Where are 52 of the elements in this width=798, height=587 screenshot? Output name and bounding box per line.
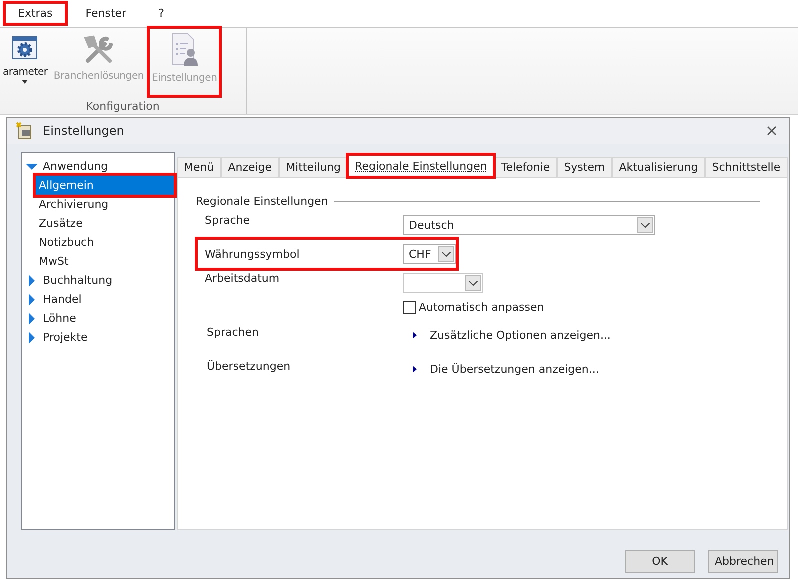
checkbox-label[interactable]: Automatisch anpassen [403, 300, 544, 314]
tools-icon [82, 35, 115, 65]
triangle-icon [413, 332, 417, 338]
tab[interactable]: Telefonie [494, 157, 558, 177]
triangle-icon [413, 366, 417, 372]
section-title: Regionale Einstellungen [196, 195, 328, 208]
tab[interactable]: Anzeige [221, 157, 280, 177]
tab[interactable]: System [557, 157, 612, 177]
tree-item[interactable]: Handel [22, 290, 174, 309]
collapsed-icon [26, 294, 38, 306]
tree-item[interactable]: Buchhaltung [22, 271, 174, 290]
group-label: Konfiguration [86, 100, 160, 113]
field-label: Sprachen [207, 325, 260, 339]
checkbox[interactable] [403, 300, 416, 314]
tree-item[interactable]: Löhne [22, 309, 174, 328]
dropdown-field[interactable]: CHF [403, 244, 456, 264]
chevron-icon [640, 222, 650, 228]
tab[interactable]: Menü [177, 157, 222, 177]
field-label: Übersetzungen [207, 359, 292, 373]
menu-item[interactable]: Fenster [72, 2, 141, 25]
expand-link[interactable]: Zusätzliche Optionen anzeigen... [413, 328, 611, 342]
tree-item[interactable]: Anwendung [22, 157, 174, 176]
dialog-button[interactable]: Abbrechen [708, 550, 778, 573]
chevron-icon [468, 280, 478, 286]
collapsed-icon [26, 312, 38, 324]
ribbon-button[interactable]: arameter [0, 28, 51, 96]
menu-item[interactable]: Extras [3, 1, 68, 26]
chevron-icon [442, 252, 450, 256]
tree-item[interactable]: Notizbuch [36, 233, 174, 252]
dialog-button[interactable]: OK [625, 550, 695, 573]
document-person-icon [170, 33, 200, 67]
dropdown-field[interactable]: Deutsch [403, 215, 655, 235]
tree-item[interactable]: Allgemein [36, 176, 174, 195]
gear-icon [12, 35, 38, 61]
tab[interactable]: Mitteilung [279, 157, 348, 177]
tab[interactable]: Schnittstelle [705, 157, 788, 177]
document-icon [15, 122, 33, 140]
field-label: Währungssymbol [205, 248, 301, 260]
tree-item[interactable]: MwSt [36, 252, 174, 271]
expand-link[interactable]: Die Übersetzungen anzeigen... [413, 362, 600, 376]
tab[interactable]: Aktualisierung [612, 157, 706, 177]
field-label: Arbeitsdatum [205, 271, 281, 285]
dialog-title: Einstellungen [43, 124, 126, 138]
field-label: Sprache [205, 213, 252, 227]
tree-item[interactable]: Archivierung [36, 195, 174, 214]
collapsed-icon [26, 332, 38, 344]
collapsed-icon [26, 274, 38, 286]
tree-item[interactable]: Zusätze [36, 214, 174, 233]
close-icon [767, 126, 777, 136]
tab[interactable]: Regionale Einstellungen [348, 155, 494, 177]
menu-item[interactable]: ? [144, 2, 178, 25]
tree-item[interactable]: Projekte [22, 328, 174, 347]
